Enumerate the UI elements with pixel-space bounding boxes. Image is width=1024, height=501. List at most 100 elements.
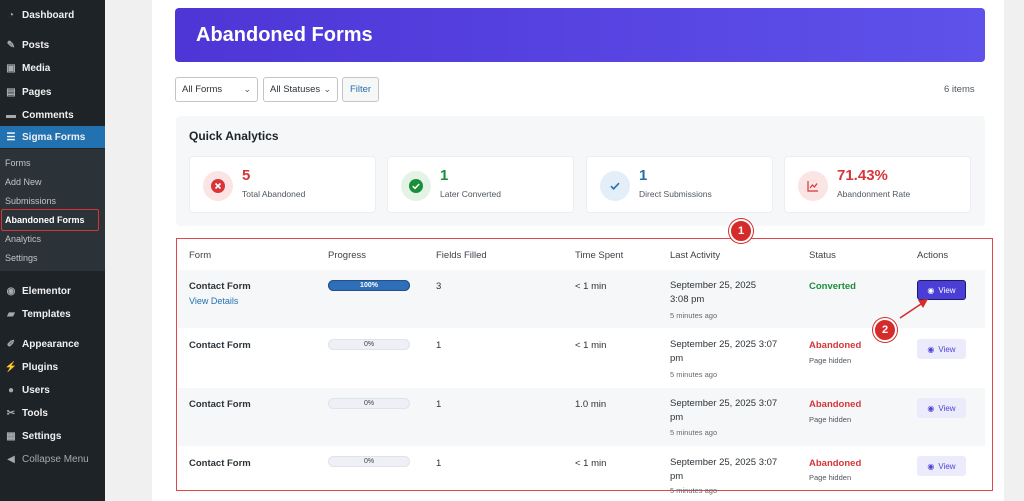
time-spent: < 1 min <box>575 340 607 351</box>
table-row <box>178 270 985 328</box>
items-count: 6 items <box>944 84 975 95</box>
status-badge: Converted <box>809 281 856 292</box>
view-button[interactable]: ◉ View <box>917 339 966 359</box>
chevron-down-icon: ⌄ <box>323 84 331 94</box>
sidebar-item-dashboard[interactable]: ◔ Dashboard <box>0 4 105 26</box>
last-activity-relative: 5 minutes ago <box>670 428 718 437</box>
user-icon: ● <box>7 384 15 396</box>
chevron-down-icon: ⌄ <box>243 84 251 94</box>
last-activity-date: September 25, 2025 <box>670 280 757 291</box>
stat-card-total-abandoned: 5 Total Abandoned <box>189 156 376 213</box>
sidebar-item-appearance[interactable]: ✐ Appearance <box>0 333 105 355</box>
x-circle-icon <box>203 171 233 201</box>
checkmark-icon <box>600 171 630 201</box>
sidebar-item-settings[interactable]: ▦ Settings <box>0 425 105 447</box>
last-activity-time: pm <box>670 412 684 423</box>
last-activity-relative: 5 minutes ago <box>670 311 718 320</box>
last-activity-time: pm <box>670 471 684 482</box>
last-activity-date: September 25, 2025 3:07 <box>670 398 778 409</box>
check-circle-icon <box>401 171 431 201</box>
stat-label: Total Abandoned <box>242 189 306 199</box>
dashboard-icon: ◔ <box>7 9 15 21</box>
sidebar-item-posts[interactable]: ✎ Posts <box>0 34 105 56</box>
submenu-analytics[interactable]: Analytics <box>5 234 41 244</box>
column-header-form: Form <box>189 250 212 261</box>
elementor-icon: ◉ <box>6 285 16 297</box>
last-activity-time: 3:08 pm <box>670 294 705 305</box>
submenu-submissions[interactable]: Submissions <box>5 196 56 206</box>
media-icon: ▣ <box>6 62 16 74</box>
forms-select[interactable]: All Forms ⌄ <box>175 77 258 102</box>
annotation-arrow <box>899 299 928 319</box>
sidebar-item-tools[interactable]: ✂ Tools <box>0 402 105 424</box>
highlight-box-abandoned-forms <box>1 209 99 231</box>
analytics-title: Quick Analytics <box>189 129 279 143</box>
column-header-last-activity: Last Activity <box>670 250 721 261</box>
progress-bar: 0% <box>328 456 410 467</box>
eye-icon: ◉ <box>927 344 935 354</box>
sidebar-item-comments[interactable]: ▬ Comments <box>0 104 105 126</box>
last-activity-relative: 5 minutes ago <box>670 370 718 379</box>
pages-icon: ▤ <box>6 86 16 98</box>
table-row <box>178 329 985 387</box>
last-activity-date: September 25, 2025 3:07 <box>670 457 778 468</box>
folder-icon: ▰ <box>7 308 15 320</box>
sidebar-item-templates[interactable]: ▰ Templates <box>0 303 105 325</box>
submenu-add-new[interactable]: Add New <box>5 177 42 187</box>
sidebar-item-sigma-forms[interactable]: ☰ Sigma Forms <box>0 126 105 148</box>
form-name: Contact Form <box>189 340 251 351</box>
form-name: Contact Form <box>189 281 251 292</box>
stat-value: 1 <box>639 167 648 184</box>
page-title: Abandoned Forms <box>196 24 373 46</box>
time-spent: 1.0 min <box>575 399 607 410</box>
fields-filled: 3 <box>436 281 442 292</box>
stat-value: 71.43% <box>837 167 888 184</box>
submenu-settings[interactable]: Settings <box>5 253 38 263</box>
stat-label: Direct Submissions <box>639 189 712 199</box>
progress-bar: 100% <box>328 280 410 291</box>
eye-icon: ◉ <box>927 461 935 471</box>
stat-value: 5 <box>242 167 251 184</box>
time-spent: < 1 min <box>575 281 607 292</box>
filter-button[interactable]: Filter <box>342 77 379 102</box>
sidebar-item-users[interactable]: ● Users <box>0 379 105 401</box>
quick-analytics-panel: Quick Analytics 5 Total Abandoned 1 Late… <box>176 116 985 226</box>
stat-value: 1 <box>440 167 449 184</box>
brush-icon: ✐ <box>6 338 16 350</box>
sidebar-item-pages[interactable]: ▤ Pages <box>0 81 105 103</box>
column-header-progress: Progress <box>328 250 367 261</box>
last-activity-time: pm <box>670 353 684 364</box>
column-header-fields-filled: Fields Filled <box>436 250 487 261</box>
stat-label: Later Converted <box>440 189 501 199</box>
stat-card-direct-submissions: 1 Direct Submissions <box>586 156 773 213</box>
fields-filled: 1 <box>436 399 442 410</box>
view-button[interactable]: ◉ View <box>917 456 966 476</box>
admin-sidebar: ◔ Dashboard ✎ Posts ▣ Media ▤ Pages ▬ Comment… <box>0 0 105 501</box>
sidebar-item-media[interactable]: ▣ Media <box>0 57 105 79</box>
annotation-badge-2: 2 <box>873 318 897 342</box>
eye-icon: ◉ <box>927 403 935 413</box>
view-button[interactable]: ◉ View <box>917 398 966 418</box>
sidebar-item-plugins[interactable]: ⚡ Plugins <box>0 356 105 378</box>
stat-card-later-converted: 1 Later Converted <box>387 156 574 213</box>
pin-icon: ✎ <box>6 39 16 51</box>
eye-icon: ◉ <box>927 285 935 295</box>
progress-bar: 0% <box>328 398 410 409</box>
status-badge: Abandoned <box>809 399 862 410</box>
submenu-forms[interactable]: Forms <box>5 158 31 168</box>
comment-icon: ▬ <box>6 109 16 121</box>
time-spent: < 1 min <box>575 458 607 469</box>
status-badge: Abandoned <box>809 340 862 351</box>
status-reason: Page hidden <box>809 415 852 424</box>
form-name: Contact Form <box>189 458 251 469</box>
stat-label: Abandonment Rate <box>837 189 911 199</box>
view-details-link[interactable]: View Details <box>189 296 238 306</box>
last-activity-date: September 25, 2025 3:07 <box>670 339 778 350</box>
sidebar-collapse-menu[interactable]: ◀ Collapse Menu <box>0 448 105 470</box>
progress-bar: 0% <box>328 339 410 350</box>
status-select[interactable]: All Statuses ⌄ <box>263 77 338 102</box>
annotation-badge-1: 1 <box>729 219 753 243</box>
status-badge: Abandoned <box>809 458 862 469</box>
sidebar-item-elementor[interactable]: ◉ Elementor <box>0 280 105 302</box>
collapse-icon: ◀ <box>7 453 15 465</box>
